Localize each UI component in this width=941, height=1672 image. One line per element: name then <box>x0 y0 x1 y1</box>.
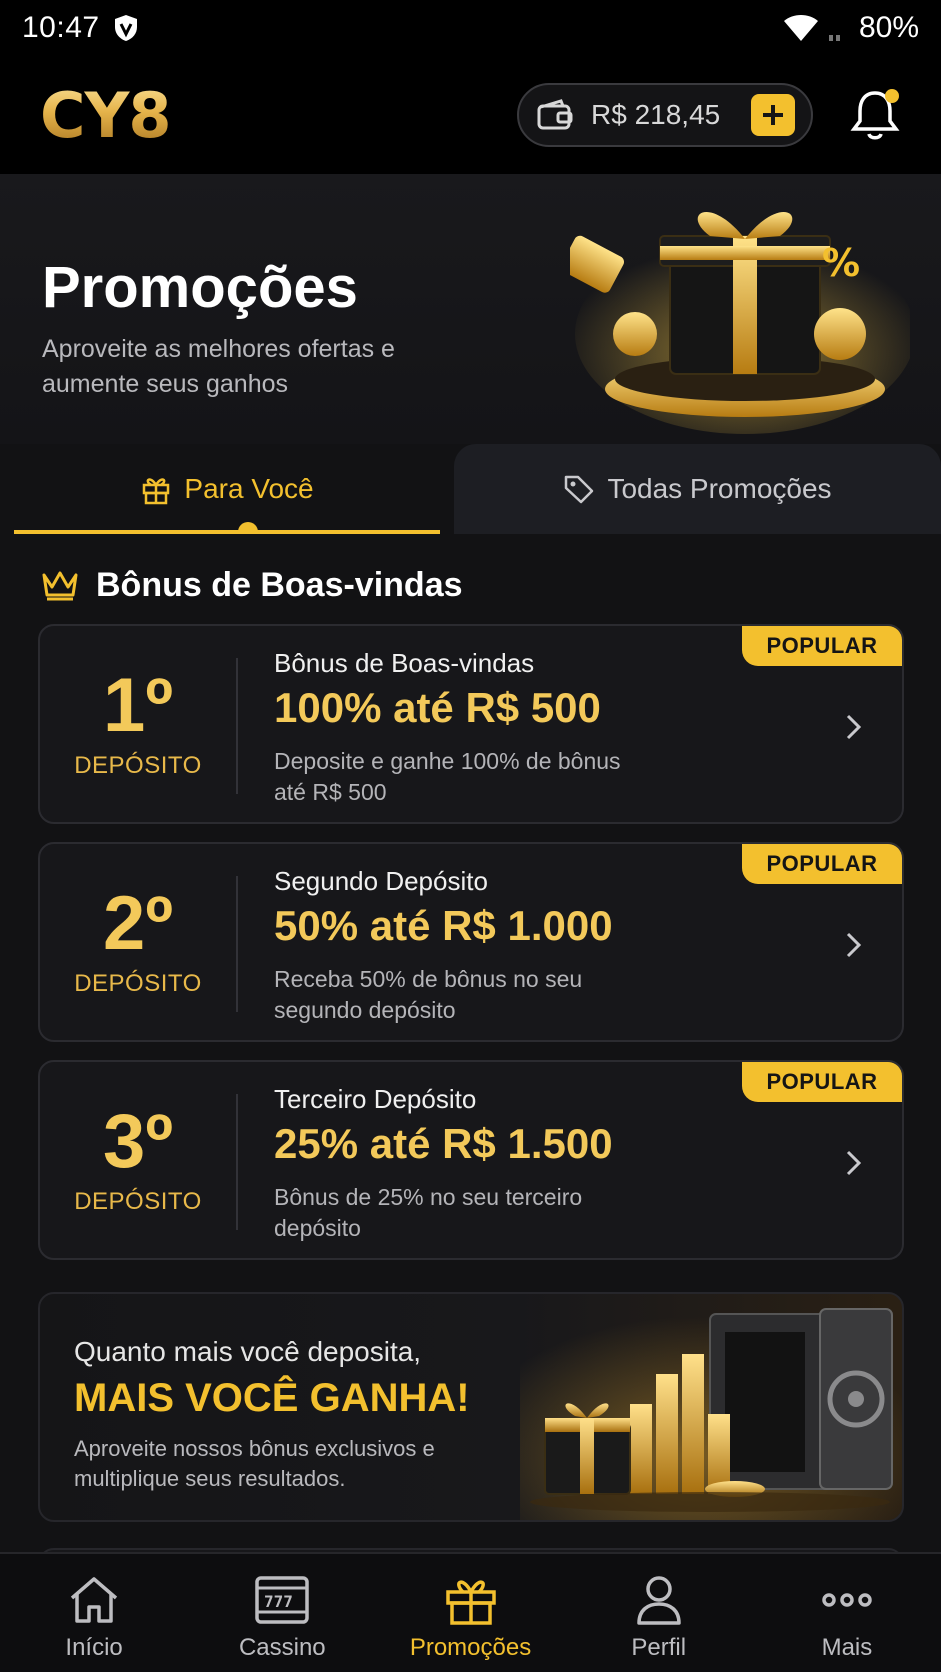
wallet-balance[interactable]: R$ 218,45 <box>517 83 813 147</box>
nav-mais[interactable]: Mais <box>753 1554 941 1672</box>
rank-number: 1º <box>102 663 174 748</box>
bonus-card-3[interactable]: 3º DEPÓSITO Terceiro Depósito 25% até R$… <box>38 1060 904 1260</box>
nav-perfil[interactable]: Perfil <box>565 1554 753 1672</box>
chevron-right-icon <box>846 714 862 740</box>
page-subtitle: Aproveite as melhores ofertas e aumente … <box>42 335 395 398</box>
home-icon <box>70 1577 118 1623</box>
tab-para-voce[interactable]: Para Você <box>14 444 440 534</box>
status-bar: 10:47 80% <box>0 0 941 56</box>
app-header: CY8 R$ 218,45 <box>0 56 941 174</box>
tab-todas-promocoes[interactable]: Todas Promoções <box>454 444 941 534</box>
banner-line-1: Quanto mais você deposita, <box>74 1336 422 1367</box>
popular-badge: POPULAR <box>742 844 902 884</box>
bonus-card-1[interactable]: 1º DEPÓSITO Bônus de Boas-vindas 100% at… <box>38 624 904 824</box>
bonus-title: Bônus de Boas-vindas <box>274 648 535 678</box>
svg-text:%: % <box>822 241 860 285</box>
rank-number: 3º <box>102 1099 174 1184</box>
nav-label: Início <box>65 1634 123 1661</box>
popular-badge: POPULAR <box>742 1062 902 1102</box>
gift-illustration: % <box>570 211 910 434</box>
chevron-right-icon <box>846 1150 862 1176</box>
section-header: Bônus de Boas-vindas <box>40 560 463 610</box>
active-tab-indicator <box>14 530 440 534</box>
bonus-description: Deposite e ganhe 100% de bônus até R$ 50… <box>274 748 621 805</box>
bonus-offer: 100% até R$ 500 <box>274 684 601 731</box>
plus-icon <box>763 105 783 125</box>
wallet-icon <box>537 99 573 130</box>
status-time: 10:47 <box>22 11 100 44</box>
promotion-tabs: Para Você Todas Promoções <box>0 444 941 534</box>
nav-label: Promoções <box>409 1634 532 1661</box>
page-title: Promoções <box>42 255 358 320</box>
balance-amount: R$ 218,45 <box>591 99 721 130</box>
nav-label: Cassino <box>238 1634 326 1661</box>
brand-logo[interactable]: CY8 <box>40 79 172 152</box>
bonus-title: Terceiro Depósito <box>274 1084 477 1114</box>
battery-percent: 80% <box>858 11 919 44</box>
banner-headline: MAIS VOCÊ GANHA! <box>74 1376 470 1420</box>
notification-dot <box>885 89 899 103</box>
nav-label: Perfil <box>631 1634 687 1661</box>
banner-description: Aproveite nossos bônus exclusivos e mult… <box>74 1436 435 1491</box>
deposit-rank: 1º DEPÓSITO <box>40 626 236 822</box>
tag-icon <box>565 475 594 504</box>
section-title: Bônus de Boas-vindas <box>96 565 463 604</box>
deposit-rank: 2º DEPÓSITO <box>40 844 236 1040</box>
slot-machine-icon: 777 <box>255 1576 310 1624</box>
bonus-offer: 50% até R$ 1.000 <box>274 902 613 949</box>
rank-label: DEPÓSITO <box>74 970 202 997</box>
bonus-title: Segundo Depósito <box>274 866 488 896</box>
notifications-button[interactable] <box>849 87 901 143</box>
tab-label: Para Você <box>184 473 314 504</box>
bonus-description: Receba 50% de bônus no seu segundo depós… <box>274 966 583 1023</box>
bottom-navigation: Início 777 Cassino Promoções Perfil Mais <box>0 1552 941 1672</box>
signal-icon <box>828 35 840 41</box>
rank-label: DEPÓSITO <box>74 752 202 779</box>
deposit-more-banner[interactable]: Quanto mais você deposita, MAIS VOCÊ GAN… <box>38 1292 904 1522</box>
nav-label: Mais <box>821 1634 873 1661</box>
chevron-right-icon <box>846 932 862 958</box>
gift-icon <box>143 478 170 505</box>
more-icon <box>822 1593 872 1607</box>
rank-label: DEPÓSITO <box>74 1188 202 1215</box>
active-tab-notch <box>238 522 258 532</box>
nav-inicio[interactable]: Início <box>0 1554 188 1672</box>
rank-number: 2º <box>102 881 174 966</box>
bonus-card-2[interactable]: 2º DEPÓSITO Segundo Depósito 50% até R$ … <box>38 842 904 1042</box>
tab-label: Todas Promoções <box>607 473 832 504</box>
bonus-offer: 25% até R$ 1.500 <box>274 1120 613 1167</box>
popular-badge: POPULAR <box>742 626 902 666</box>
status-right: 80% <box>783 11 919 45</box>
vault-coins-illustration <box>520 1294 902 1520</box>
wifi-icon <box>783 15 818 41</box>
svg-text:777: 777 <box>264 1592 293 1611</box>
crown-icon <box>42 571 78 601</box>
nav-cassino[interactable]: 777 Cassino <box>188 1554 376 1672</box>
gift-icon <box>445 1580 496 1625</box>
bonus-description: Bônus de 25% no seu terceiro depósito <box>274 1184 583 1241</box>
divider <box>236 658 238 794</box>
nav-promocoes[interactable]: Promoções <box>376 1554 564 1672</box>
vpn-shield-icon <box>114 15 137 41</box>
user-icon <box>636 1576 681 1625</box>
promotions-hero: Promoções Aproveite as melhores ofertas … <box>0 174 941 444</box>
deposit-rank: 3º DEPÓSITO <box>40 1062 236 1258</box>
divider <box>236 876 238 1012</box>
add-funds-button[interactable] <box>751 94 795 136</box>
divider <box>236 1094 238 1230</box>
